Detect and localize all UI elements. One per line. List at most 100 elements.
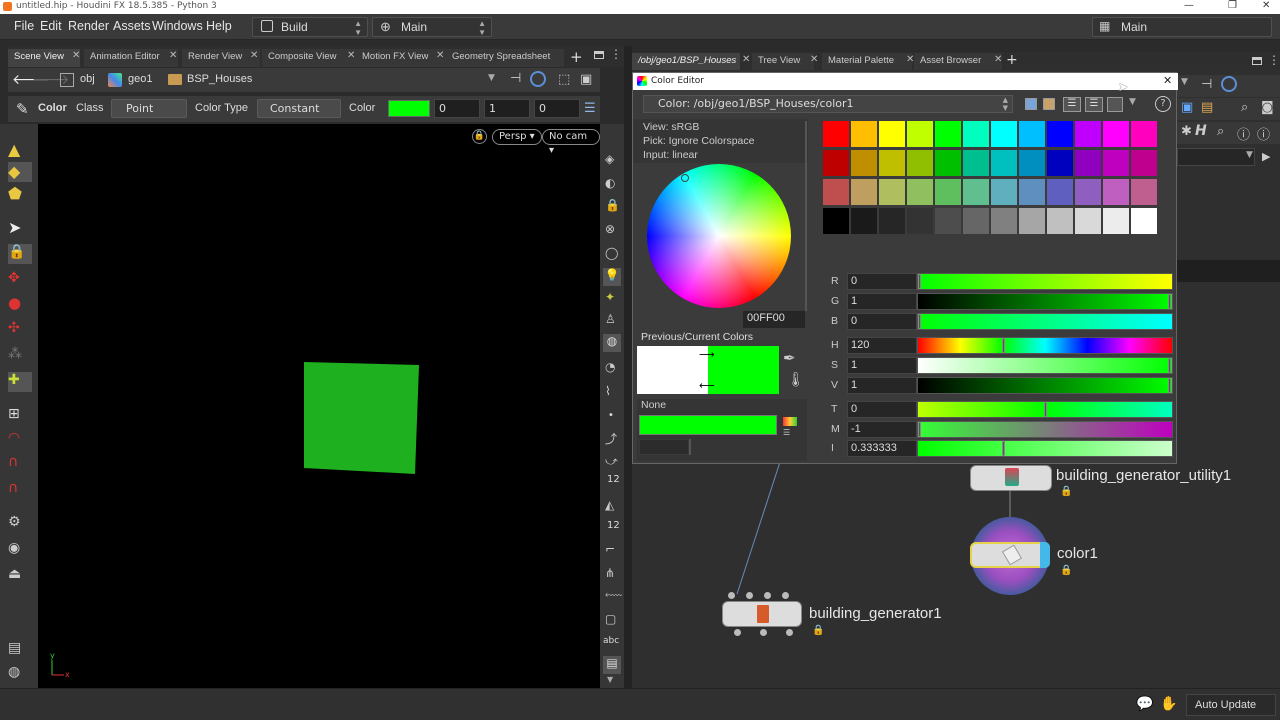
slider-bar-v[interactable]	[917, 377, 1173, 394]
palette-swatch[interactable]	[963, 150, 989, 176]
breadcrumb-obj[interactable]: obj	[80, 73, 95, 85]
gradient-mode-icon[interactable]	[1107, 97, 1123, 112]
tab-geometry-spreadsheet[interactable]: Geometry Spreadsheet	[446, 49, 564, 67]
close-tab-icon[interactable]: ✕	[72, 50, 80, 61]
palette-swatch[interactable]	[991, 179, 1017, 205]
swatch-slider-handle[interactable]	[689, 439, 691, 455]
pin-icon[interactable]: ⊣	[510, 71, 521, 86]
palette-swatch[interactable]	[1131, 150, 1157, 176]
slider-value-v[interactable]: 1	[847, 377, 917, 394]
tab-motion-fx-view[interactable]: Motion FX View	[356, 49, 446, 67]
close-tab-icon[interactable]: ✕	[810, 54, 818, 65]
palette-swatch[interactable]	[907, 208, 933, 234]
palette-swatch[interactable]	[823, 150, 849, 176]
breadcrumb-geo1[interactable]: geo1	[128, 73, 152, 85]
swatch-slider-field[interactable]	[639, 439, 689, 455]
scene-viewport[interactable]: 🔒 Persp ▾ No cam ▾ y x	[38, 124, 600, 688]
vertex-icon[interactable]: ⋔	[605, 566, 615, 580]
view-setting[interactable]: View: sRGB	[643, 121, 699, 133]
render-icon[interactable]: ▤	[8, 640, 32, 660]
menu-help[interactable]: Help	[206, 19, 232, 33]
camera-tool-icon[interactable]: ⏏	[8, 566, 32, 586]
slider-bar-g[interactable]	[917, 293, 1173, 310]
palette-swatch[interactable]	[1019, 150, 1045, 176]
slider-handle[interactable]	[918, 314, 921, 329]
color-b-field[interactable]: 0	[534, 99, 580, 118]
paste-color-icon[interactable]	[1043, 98, 1055, 110]
pane-layout-icon[interactable]	[1252, 57, 1262, 65]
point-normals-icon[interactable]: ⤻	[605, 454, 618, 469]
shelf-select[interactable]: ⊕ Main ▲ ▼	[372, 17, 492, 37]
node-color1[interactable]	[970, 542, 1050, 568]
select-prims-icon[interactable]: ⬟	[8, 184, 32, 204]
menu-file[interactable]: File	[14, 19, 34, 33]
magnet-icon[interactable]: ∩	[8, 480, 32, 500]
palette-swatch[interactable]	[935, 150, 961, 176]
background-icon[interactable]: ▤	[603, 656, 621, 674]
parm-menu-icon[interactable]: ☰	[584, 101, 596, 116]
palette-swatch[interactable]	[907, 121, 933, 147]
add-tab-icon[interactable]: +	[570, 48, 583, 66]
palette-swatch[interactable]	[907, 179, 933, 205]
previous-color-swatch[interactable]	[637, 346, 708, 394]
slider-bar-b[interactable]	[917, 313, 1173, 330]
palette-swatch[interactable]	[935, 208, 961, 234]
thermometer-icon[interactable]: 🌡	[787, 372, 805, 388]
palette-swatch[interactable]	[907, 150, 933, 176]
palette-swatch[interactable]	[1047, 121, 1073, 147]
pick-setting[interactable]: Pick: Ignore Colorspace	[643, 135, 754, 147]
class-select[interactable]: Point	[111, 99, 187, 118]
prim-numbers-icon[interactable]: 12	[607, 520, 620, 531]
palette-swatch[interactable]	[879, 179, 905, 205]
palette-swatch[interactable]	[1103, 179, 1129, 205]
slider-handle[interactable]	[1044, 402, 1047, 417]
slider-value-t[interactable]: 0	[847, 401, 917, 418]
lock-camera-icon[interactable]: 🔒	[605, 198, 620, 212]
palette-swatch[interactable]	[963, 121, 989, 147]
slider-value-r[interactable]: 0	[847, 273, 917, 290]
chat-icon[interactable]: 💬	[1136, 696, 1153, 712]
slider-bar-m[interactable]	[917, 421, 1173, 438]
add-tab-icon[interactable]: +	[1006, 52, 1018, 68]
palette-swatch[interactable]	[1103, 150, 1129, 176]
vector-icon[interactable]: ⬳	[605, 588, 622, 603]
point-numbers-icon[interactable]: 12	[607, 474, 620, 485]
swatch-palette-icon[interactable]	[783, 417, 797, 426]
shelf-select-right[interactable]: ▦ Main	[1092, 17, 1272, 37]
slider-bar-h[interactable]	[917, 337, 1173, 354]
palette-swatch[interactable]	[823, 121, 849, 147]
snap-curve-icon[interactable]: ◠	[8, 430, 32, 450]
display-options-icon[interactable]: ◈	[605, 152, 614, 166]
tab-asset-browser[interactable]: Asset Browser	[914, 53, 1002, 71]
palette-swatch[interactable]	[851, 208, 877, 234]
palette-swatch[interactable]	[1047, 208, 1073, 234]
pane-splitter[interactable]	[624, 46, 632, 688]
help-icon[interactable]: ?	[1155, 96, 1171, 112]
copy-left-arrow-icon[interactable]: ⟵	[699, 379, 715, 392]
sliders-mode-icon[interactable]: ☰	[1063, 97, 1081, 112]
slider-bar-s[interactable]	[917, 357, 1173, 374]
move-tool-icon[interactable]: ✥	[8, 270, 32, 290]
path-dropdown-icon[interactable]: ▼	[488, 73, 495, 83]
sliders-alt-icon[interactable]: ☰	[1085, 97, 1103, 112]
light-bulb-icon[interactable]: ✦	[605, 290, 615, 304]
palette-swatch[interactable]	[1075, 208, 1101, 234]
breadcrumb-bsp-houses[interactable]: BSP_Houses	[187, 73, 252, 85]
desktop-select[interactable]: Build ▲ ▼	[252, 17, 368, 37]
palette-swatch[interactable]	[879, 121, 905, 147]
palette-swatch[interactable]	[1075, 121, 1101, 147]
palette-swatch[interactable]	[1047, 150, 1073, 176]
pane-menu-icon[interactable]: ⋮	[1268, 53, 1280, 67]
palette-swatch[interactable]	[1047, 179, 1073, 205]
palette-swatch[interactable]	[823, 179, 849, 205]
wire-icon[interactable]: ⌇	[605, 384, 611, 398]
color-path-select[interactable]: Color: /obj/geo1/BSP_Houses/color1 ▲ ▼	[643, 95, 1013, 113]
palette-swatch[interactable]	[1131, 208, 1157, 234]
slider-handle[interactable]	[918, 422, 921, 437]
tab-render-view[interactable]: Render View	[182, 49, 260, 67]
text-label-icon[interactable]: abc	[603, 636, 619, 646]
slider-bar-r[interactable]	[917, 273, 1173, 290]
hex-field[interactable]: 00FF00	[743, 311, 805, 328]
palette-swatch[interactable]	[879, 150, 905, 176]
slider-handle[interactable]	[1168, 378, 1171, 393]
